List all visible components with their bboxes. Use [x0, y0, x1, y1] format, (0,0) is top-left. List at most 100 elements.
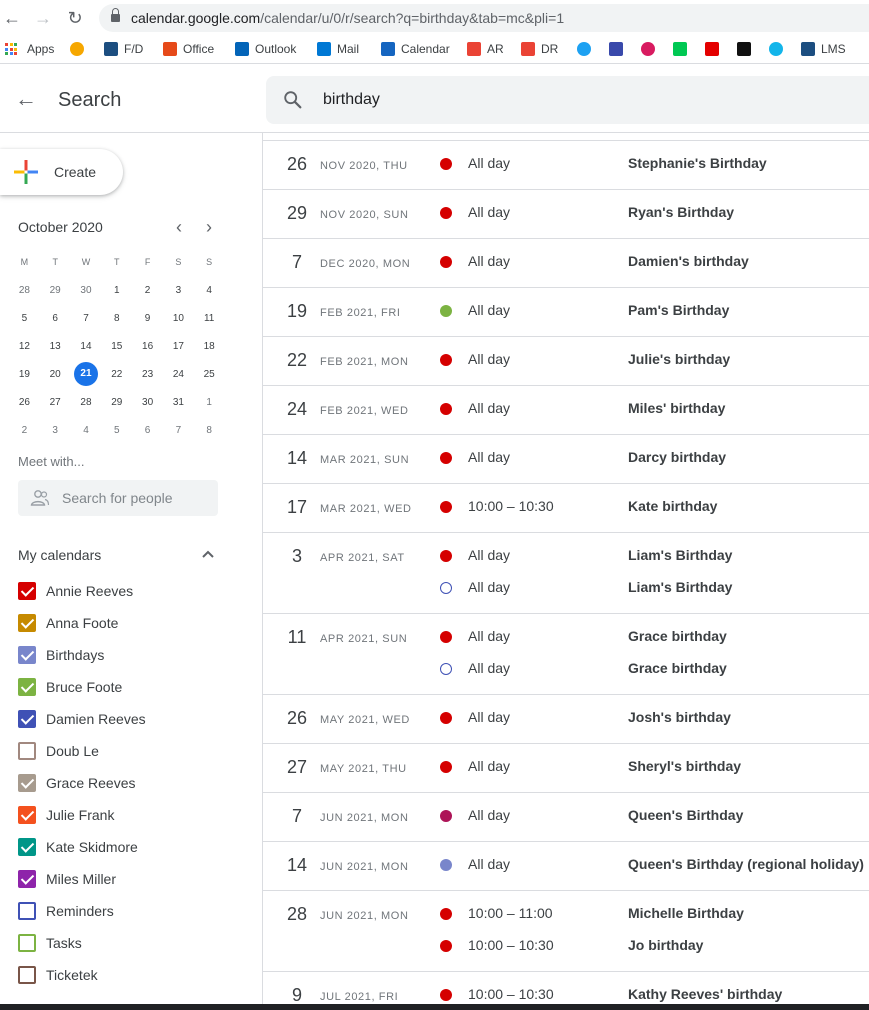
event-time[interactable]: 10:00 – 10:30 — [468, 986, 554, 1002]
result-day-number[interactable]: 3 — [285, 546, 309, 567]
mini-calendar-day[interactable]: 30 — [71, 285, 102, 296]
result-day-number[interactable]: 26 — [285, 154, 309, 175]
bookmark-item[interactable]: Office — [163, 40, 214, 58]
browser-forward-icon[interactable]: → — [32, 7, 54, 29]
result-day-number[interactable]: 7 — [285, 806, 309, 827]
calendar-checkbox[interactable] — [18, 934, 36, 952]
mini-calendar-day[interactable]: 6 — [40, 313, 71, 324]
mini-calendar-day[interactable]: 1 — [194, 397, 225, 408]
event-time[interactable]: All day — [468, 628, 510, 644]
event-title[interactable]: Grace birthday — [628, 628, 727, 644]
result-day-number[interactable]: 19 — [285, 301, 309, 322]
mini-calendar-day[interactable]: 8 — [101, 313, 132, 324]
mini-calendar-day[interactable]: 22 — [101, 369, 132, 380]
mini-calendar-day[interactable]: 10 — [163, 313, 194, 324]
event-title[interactable]: Sheryl's birthday — [628, 758, 741, 774]
bookmark-item[interactable] — [577, 40, 591, 58]
mini-calendar-day[interactable]: 24 — [163, 369, 194, 380]
bookmark-item[interactable] — [609, 40, 623, 58]
browser-back-icon[interactable]: ← — [1, 7, 23, 29]
event-title[interactable]: Miles' birthday — [628, 400, 725, 416]
mini-calendar-day[interactable]: 14 — [71, 341, 102, 352]
mini-calendar-day[interactable]: 12 — [9, 341, 40, 352]
address-bar[interactable]: calendar.google.com/calendar/u/0/r/searc… — [99, 4, 869, 32]
event-title[interactable]: Jo birthday — [628, 937, 703, 953]
mini-calendar-day[interactable]: 29 — [40, 285, 71, 296]
calendar-checkbox[interactable] — [18, 646, 36, 664]
mini-calendar-day[interactable]: 7 — [163, 425, 194, 436]
event-time[interactable]: All day — [468, 579, 510, 595]
result-day-number[interactable]: 11 — [285, 627, 309, 648]
mini-calendar-day[interactable]: 27 — [40, 397, 71, 408]
event-time[interactable]: 10:00 – 10:30 — [468, 498, 554, 514]
mini-calendar-day[interactable]: 6 — [132, 425, 163, 436]
calendar-item[interactable]: Doub Le — [18, 735, 146, 767]
event-time[interactable]: All day — [468, 856, 510, 872]
event-time[interactable]: All day — [468, 204, 510, 220]
mini-calendar-day[interactable]: 31 — [163, 397, 194, 408]
search-box[interactable] — [266, 76, 869, 124]
bookmark-item[interactable]: Outlook — [235, 40, 296, 58]
bookmark-item[interactable]: Apps — [5, 40, 54, 58]
calendar-checkbox[interactable] — [18, 870, 36, 888]
mini-calendar-day[interactable]: 11 — [194, 313, 225, 324]
mini-calendar-day[interactable]: 18 — [194, 341, 225, 352]
event-time[interactable]: All day — [468, 660, 510, 676]
mini-calendar-day[interactable]: 30 — [132, 397, 163, 408]
calendar-item[interactable]: Bruce Foote — [18, 671, 146, 703]
event-time[interactable]: All day — [468, 709, 510, 725]
result-day-number[interactable]: 27 — [285, 757, 309, 778]
mini-calendar-day[interactable]: 5 — [101, 425, 132, 436]
event-title[interactable]: Liam's Birthday — [628, 547, 732, 563]
event-title[interactable]: Ryan's Birthday — [628, 204, 734, 220]
event-title[interactable]: Pam's Birthday — [628, 302, 729, 318]
mini-calendar-day[interactable]: 15 — [101, 341, 132, 352]
result-day-number[interactable]: 17 — [285, 497, 309, 518]
calendar-checkbox[interactable] — [18, 678, 36, 696]
event-time[interactable]: 10:00 – 10:30 — [468, 937, 554, 953]
calendar-checkbox[interactable] — [18, 806, 36, 824]
bookmark-item[interactable]: AR — [467, 40, 504, 58]
event-time[interactable]: All day — [468, 807, 510, 823]
create-button[interactable]: Create — [0, 149, 123, 195]
result-day-number[interactable]: 26 — [285, 708, 309, 729]
mini-calendar-day[interactable]: 2 — [132, 285, 163, 296]
mini-calendar-day[interactable]: 28 — [71, 397, 102, 408]
event-time[interactable]: 10:00 – 11:00 — [468, 905, 553, 921]
result-day-number[interactable]: 9 — [285, 985, 309, 1006]
mini-calendar-day[interactable]: 29 — [101, 397, 132, 408]
calendar-item[interactable]: Annie Reeves — [18, 575, 146, 607]
mini-calendar-day[interactable]: 3 — [40, 425, 71, 436]
bookmark-item[interactable] — [769, 40, 783, 58]
result-day-number[interactable]: 14 — [285, 448, 309, 469]
calendar-item[interactable]: Grace Reeves — [18, 767, 146, 799]
bookmark-item[interactable]: Mail — [317, 40, 359, 58]
bookmark-item[interactable]: F/D — [104, 40, 143, 58]
calendar-item[interactable]: Kate Skidmore — [18, 831, 146, 863]
event-time[interactable]: All day — [468, 758, 510, 774]
event-title[interactable]: Grace birthday — [628, 660, 727, 676]
mini-calendar-day[interactable]: 3 — [163, 285, 194, 296]
mini-calendar-day[interactable]: 13 — [40, 341, 71, 352]
event-title[interactable]: Josh's birthday — [628, 709, 731, 725]
mini-calendar-day[interactable]: 19 — [9, 369, 40, 380]
result-day-number[interactable]: 14 — [285, 855, 309, 876]
mini-calendar-day[interactable]: 17 — [163, 341, 194, 352]
mini-calendar-today[interactable]: 21 — [71, 362, 102, 386]
calendar-checkbox[interactable] — [18, 838, 36, 856]
calendar-checkbox[interactable] — [18, 902, 36, 920]
calendar-checkbox[interactable] — [18, 742, 36, 760]
mini-calendar-day[interactable]: 23 — [132, 369, 163, 380]
event-time[interactable]: All day — [468, 400, 510, 416]
event-title[interactable]: Julie's birthday — [628, 351, 730, 367]
result-day-number[interactable]: 28 — [285, 904, 309, 925]
chevron-left-icon[interactable]: ‹ — [169, 217, 189, 237]
search-people-input[interactable]: Search for people — [18, 480, 218, 516]
search-input[interactable] — [323, 88, 723, 112]
event-title[interactable]: Stephanie's Birthday — [628, 155, 767, 171]
calendar-checkbox[interactable] — [18, 582, 36, 600]
calendar-checkbox[interactable] — [18, 710, 36, 728]
calendar-item[interactable]: Damien Reeves — [18, 703, 146, 735]
mini-calendar-day[interactable]: 25 — [194, 369, 225, 380]
calendar-item[interactable]: Tasks — [18, 927, 146, 959]
